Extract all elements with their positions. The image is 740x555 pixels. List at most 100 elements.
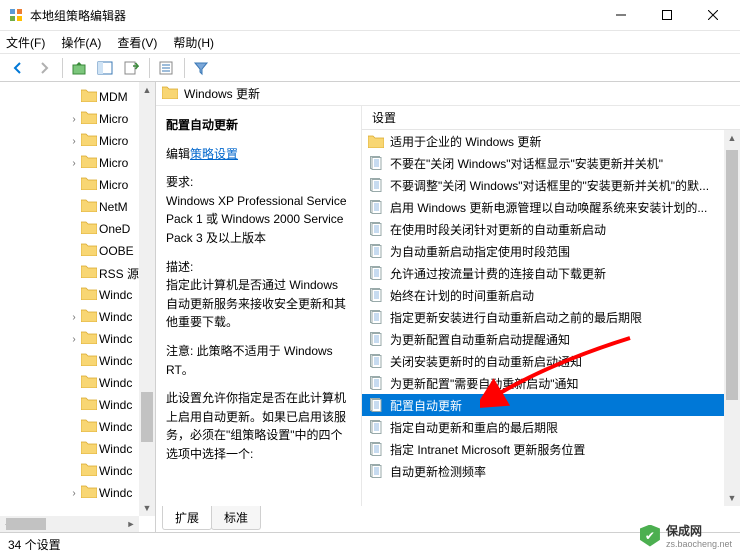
list-item-label: 指定更新安装进行自动重新启动之前的最后期限 — [390, 309, 642, 326]
tree-caret-icon[interactable]: › — [67, 136, 81, 147]
tree-item[interactable]: OOBE — [67, 240, 139, 262]
tree-item[interactable]: Windc — [67, 394, 139, 416]
scroll-up-arrow[interactable]: ▲ — [139, 82, 155, 98]
back-button[interactable] — [6, 56, 30, 80]
menu-view[interactable]: 查看(V) — [117, 34, 157, 51]
list-item[interactable]: 为更新配置"需要自动重新启动"通知 — [362, 372, 724, 394]
tree-item[interactable]: Windc — [67, 460, 139, 482]
tree-item[interactable]: › Micro — [67, 130, 139, 152]
menu-action[interactable]: 操作(A) — [61, 34, 101, 51]
menu-file[interactable]: 文件(F) — [6, 34, 45, 51]
policy-icon — [368, 332, 384, 346]
tree-caret-icon[interactable]: › — [67, 312, 81, 323]
folder-icon — [81, 111, 97, 127]
list-item[interactable]: 关闭安装更新时的自动重新启动通知 — [362, 350, 724, 372]
tree-item[interactable]: MDM — [67, 86, 139, 108]
tree-item[interactable]: › Windc — [67, 306, 139, 328]
show-hide-tree-button[interactable] — [93, 56, 117, 80]
menu-help[interactable]: 帮助(H) — [173, 34, 214, 51]
tab-extended[interactable]: 扩展 — [162, 506, 212, 530]
list-item[interactable]: 为自动重新启动指定使用时段范围 — [362, 240, 724, 262]
description-block: 描述: 指定此计算机是否通过 Windows 自动更新服务来接收安全更新和其他重… — [166, 258, 353, 332]
folder-icon — [81, 221, 97, 237]
tree-caret-icon[interactable]: › — [67, 114, 81, 125]
list-item[interactable]: 适用于企业的 Windows 更新 — [362, 130, 724, 152]
folder-icon — [81, 265, 97, 281]
tree-item[interactable]: Windc — [67, 372, 139, 394]
column-header-setting[interactable]: 设置 — [362, 106, 740, 130]
tree-caret-icon[interactable]: › — [67, 158, 81, 169]
tree-item-label: OOBE — [97, 244, 134, 258]
tree-item-label: Micro — [97, 178, 128, 192]
tree-item[interactable]: › Micro — [67, 108, 139, 130]
client-area: MDM›Micro›Micro›MicroMicroNetMOneDOOBERS… — [0, 82, 740, 533]
list-item-label: 适用于企业的 Windows 更新 — [390, 133, 541, 150]
tree-caret-icon[interactable]: › — [67, 334, 81, 345]
scroll-thumb[interactable] — [141, 392, 153, 442]
scroll-thumb[interactable] — [6, 518, 46, 530]
scroll-right-arrow[interactable]: ► — [123, 516, 139, 532]
tree-item[interactable]: Windc — [67, 416, 139, 438]
folder-icon — [81, 199, 97, 215]
list-vscrollbar[interactable]: ▲ ▼ — [724, 130, 740, 506]
toolbar — [0, 54, 740, 82]
up-button[interactable] — [67, 56, 91, 80]
minimize-button[interactable] — [598, 0, 644, 30]
filter-button[interactable] — [189, 56, 213, 80]
list-item[interactable]: 为更新配置自动重新启动提醒通知 — [362, 328, 724, 350]
detail-body: 配置自动更新 编辑策略设置 要求: Windows XP Professiona… — [156, 106, 740, 506]
toolbar-separator — [184, 58, 185, 78]
forward-button[interactable] — [32, 56, 56, 80]
tree-item[interactable]: RSS 源 — [67, 262, 139, 284]
tree-item-label: Micro — [97, 134, 128, 148]
tree-item-label: RSS 源 — [97, 265, 139, 282]
tree-item[interactable]: Micro — [67, 174, 139, 196]
list-item[interactable]: 在使用时段关闭针对更新的自动重新启动 — [362, 218, 724, 240]
toolbar-separator — [149, 58, 150, 78]
scroll-down-arrow[interactable]: ▼ — [724, 490, 740, 506]
policy-icon — [368, 310, 384, 324]
tree-item-label: Windc — [97, 420, 132, 434]
tree-caret-icon[interactable]: › — [67, 488, 81, 499]
list-item[interactable]: 指定更新安装进行自动重新启动之前的最后期限 — [362, 306, 724, 328]
list-item[interactable]: 指定 Intranet Microsoft 更新服务位置 — [362, 438, 724, 460]
folder-icon — [81, 463, 97, 479]
tree-item[interactable]: ›Windc — [67, 328, 139, 350]
list-item[interactable]: 自动更新检测频率 — [362, 460, 724, 482]
list-item[interactable]: 启用 Windows 更新电源管理以自动唤醒系统来安装计划的... — [362, 196, 724, 218]
tree-item[interactable]: Windc — [67, 438, 139, 460]
list-item[interactable]: 不要在"关闭 Windows"对话框显示"安装更新并关机" — [362, 152, 724, 174]
refresh-button[interactable] — [154, 56, 178, 80]
close-button[interactable] — [690, 0, 736, 30]
tree-item[interactable]: Windc — [67, 284, 139, 306]
settings-list-body: 适用于企业的 Windows 更新不要在"关闭 Windows"对话框显示"安装… — [362, 130, 740, 506]
scroll-down-arrow[interactable]: ▼ — [139, 500, 155, 516]
list-item[interactable]: 始终在计划的时间重新启动 — [362, 284, 724, 306]
toolbar-separator — [62, 58, 63, 78]
edit-policy-link[interactable]: 策略设置 — [190, 147, 238, 161]
list-item[interactable]: 指定自动更新和重启的最后期限 — [362, 416, 724, 438]
tree-item-label: Micro — [97, 112, 128, 126]
list-item-label: 在使用时段关闭针对更新的自动重新启动 — [390, 221, 606, 238]
menubar: 文件(F) 操作(A) 查看(V) 帮助(H) — [0, 30, 740, 54]
tree-item[interactable]: OneD — [67, 218, 139, 240]
tree-item[interactable]: ›Windc — [67, 482, 139, 504]
tree-item[interactable]: NetM — [67, 196, 139, 218]
list-item[interactable]: 允许通过按流量计费的连接自动下载更新 — [362, 262, 724, 284]
scroll-up-arrow[interactable]: ▲ — [724, 130, 740, 146]
policy-icon — [368, 178, 384, 192]
export-button[interactable] — [119, 56, 143, 80]
tree-item-label: Windc — [97, 310, 132, 324]
list-item[interactable]: 配置自动更新 — [362, 394, 724, 416]
list-item[interactable]: 不要调整"关闭 Windows"对话框里的"安装更新并关机"的默... — [362, 174, 724, 196]
tab-standard[interactable]: 标准 — [211, 506, 261, 530]
tree-hscrollbar[interactable]: ◄ ► — [0, 516, 139, 532]
note-block: 注意: 此策略不适用于 Windows RT。 — [166, 342, 353, 379]
tree-item[interactable]: Windc — [67, 350, 139, 372]
folder-icon — [81, 375, 97, 391]
scroll-thumb[interactable] — [726, 150, 738, 400]
tree-vscrollbar[interactable]: ▲ ▼ — [139, 82, 155, 516]
maximize-button[interactable] — [644, 0, 690, 30]
list-item-label: 关闭安装更新时的自动重新启动通知 — [390, 353, 582, 370]
tree-item[interactable]: ›Micro — [67, 152, 139, 174]
